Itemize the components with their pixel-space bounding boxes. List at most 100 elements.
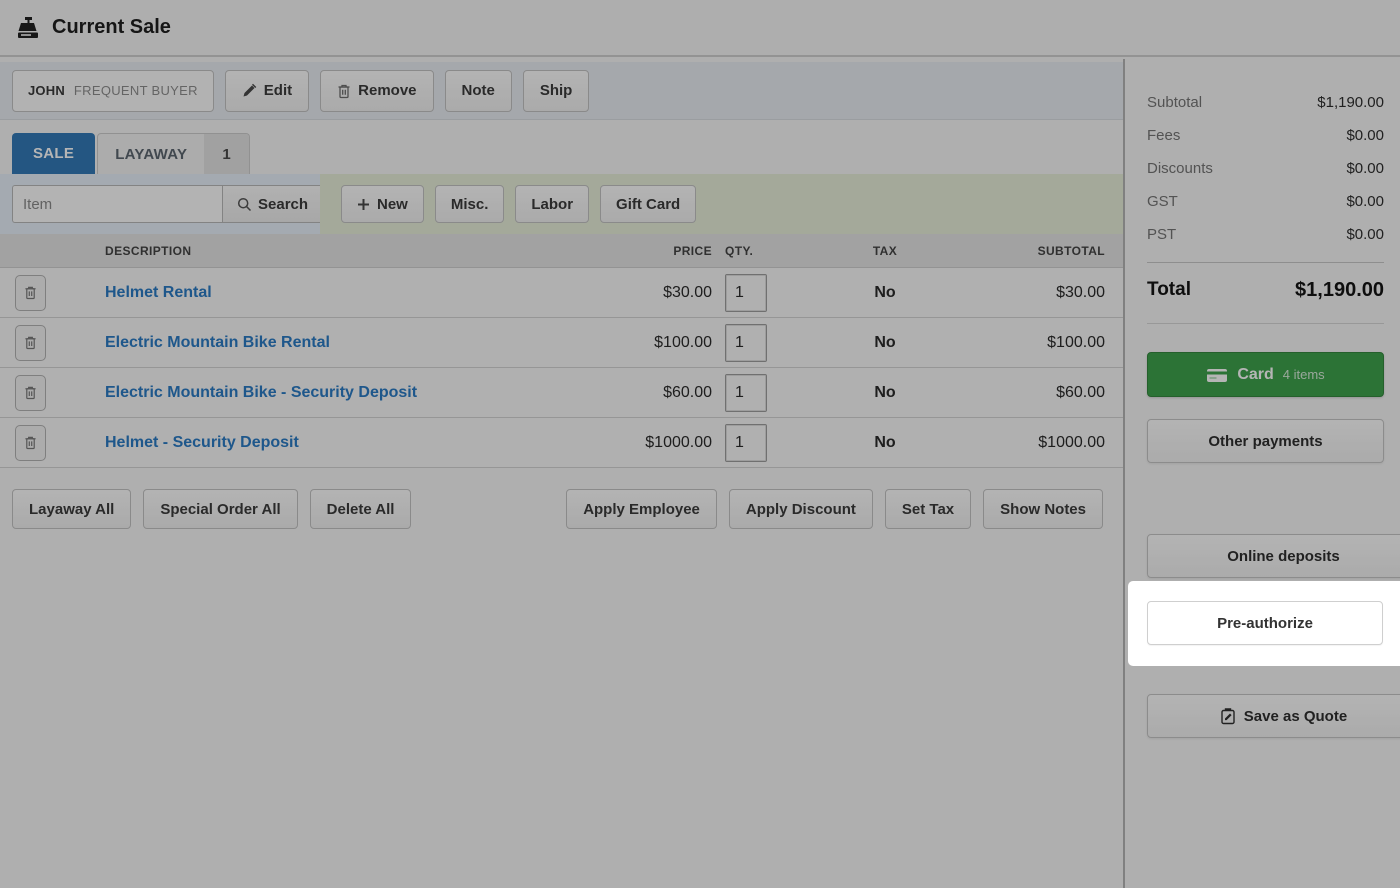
pre-authorize-label: Pre-authorize: [1217, 615, 1313, 632]
card-button-label: Card: [1237, 366, 1273, 384]
item-price: $30.00: [580, 284, 712, 302]
card-items-count: 4 items: [1283, 367, 1325, 382]
table-row: Electric Mountain Bike - Security Deposi…: [0, 368, 1123, 418]
delete-all-label: Delete All: [327, 501, 395, 518]
search-button-label: Search: [258, 196, 308, 213]
item-subtotal: $30.00: [970, 284, 1123, 302]
edit-customer-label: Edit: [264, 82, 292, 99]
cash-register-icon: [15, 16, 41, 40]
item-search-input[interactable]: [12, 185, 222, 223]
trash-icon: [337, 83, 351, 99]
ship-button[interactable]: Ship: [523, 70, 590, 112]
plus-icon: [357, 198, 370, 211]
online-deposits-label: Online deposits: [1227, 548, 1340, 565]
search-button[interactable]: Search: [222, 185, 323, 223]
customer-chip[interactable]: JOHN FREQUENT BUYER: [12, 70, 214, 112]
edit-customer-button[interactable]: Edit: [225, 70, 309, 112]
total-row: Total $1,190.00: [1147, 271, 1384, 309]
delete-line-button[interactable]: [15, 275, 46, 311]
delete-line-button[interactable]: [15, 325, 46, 361]
apply-discount-button[interactable]: Apply Discount: [729, 489, 873, 529]
item-subtotal: $100.00: [970, 334, 1123, 352]
item-tax: No: [800, 334, 970, 352]
misc-button[interactable]: Misc.: [435, 185, 505, 223]
show-notes-label: Show Notes: [1000, 501, 1086, 518]
quick-add-panel: New Misc. Labor Gift Card: [320, 174, 1123, 234]
tab-sale-label: SALE: [33, 145, 74, 162]
layaway-count-badge: 1: [204, 134, 248, 174]
item-link[interactable]: Electric Mountain Bike Rental: [60, 334, 580, 352]
col-qty: QTY.: [712, 244, 800, 258]
item-link[interactable]: Helmet Rental: [60, 284, 580, 302]
item-link[interactable]: Helmet - Security Deposit: [60, 434, 580, 452]
total-value: $1,190.00: [1295, 279, 1384, 302]
new-item-button[interactable]: New: [341, 185, 424, 223]
apply-employee-button[interactable]: Apply Employee: [566, 489, 717, 529]
pre-authorize-button[interactable]: Pre-authorize: [1147, 601, 1383, 645]
sale-items-list: Helmet Rental $30.00 No $30.00 Electric …: [0, 268, 1123, 468]
trash-icon: [24, 335, 37, 350]
quote-clipboard-icon: [1220, 708, 1236, 725]
quantity-input[interactable]: [725, 274, 767, 312]
pst-row: PST $0.00: [1147, 218, 1384, 251]
special-order-all-button[interactable]: Special Order All: [143, 489, 297, 529]
delete-line-button[interactable]: [15, 375, 46, 411]
online-deposits-button[interactable]: Online deposits: [1147, 534, 1400, 578]
credit-card-icon: [1206, 367, 1228, 383]
tab-sale[interactable]: SALE: [12, 133, 95, 174]
delete-line-button[interactable]: [15, 425, 46, 461]
misc-label: Misc.: [451, 196, 489, 213]
gift-card-label: Gift Card: [616, 196, 680, 213]
set-tax-label: Set Tax: [902, 501, 954, 518]
delete-all-button[interactable]: Delete All: [310, 489, 412, 529]
quantity-input[interactable]: [725, 374, 767, 412]
tab-layaway-label: LAYAWAY: [98, 134, 204, 174]
set-tax-button[interactable]: Set Tax: [885, 489, 971, 529]
trash-icon: [24, 285, 37, 300]
remove-customer-button[interactable]: Remove: [320, 70, 433, 112]
remove-customer-label: Remove: [358, 82, 416, 99]
payment-buttons: Card 4 items Other payments: [1127, 352, 1400, 463]
subtotal-label: Subtotal: [1147, 94, 1202, 111]
discounts-row: Discounts $0.00: [1147, 152, 1384, 185]
pencil-icon: [242, 83, 257, 98]
tab-layaway[interactable]: LAYAWAY 1: [97, 133, 250, 174]
show-notes-button[interactable]: Show Notes: [983, 489, 1103, 529]
quantity-input[interactable]: [725, 324, 767, 362]
sale-main: JOHN FREQUENT BUYER Edit Remove Note: [0, 59, 1125, 888]
save-as-quote-label: Save as Quote: [1244, 708, 1347, 725]
sale-table-header: DESCRIPTION PRICE QTY. TAX SUBTOTAL: [0, 234, 1123, 268]
customer-bar: JOHN FREQUENT BUYER Edit Remove Note: [0, 62, 1123, 120]
item-tax: No: [800, 434, 970, 452]
discounts-value: $0.00: [1346, 160, 1384, 177]
tutorial-spotlight: Pre-authorize: [1128, 581, 1400, 666]
customer-type-badge: FREQUENT BUYER: [74, 83, 198, 98]
gst-row: GST $0.00: [1147, 185, 1384, 218]
item-subtotal: $1000.00: [970, 434, 1123, 452]
customer-name: JOHN: [28, 83, 65, 98]
col-tax: TAX: [800, 244, 970, 258]
col-price: PRICE: [580, 244, 712, 258]
quantity-input[interactable]: [725, 424, 767, 462]
layaway-all-button[interactable]: Layaway All: [12, 489, 131, 529]
item-price: $60.00: [580, 384, 712, 402]
table-row: Electric Mountain Bike Rental $100.00 No…: [0, 318, 1123, 368]
other-payments-label: Other payments: [1208, 433, 1322, 450]
apply-discount-label: Apply Discount: [746, 501, 856, 518]
note-button[interactable]: Note: [445, 70, 512, 112]
gift-card-button[interactable]: Gift Card: [600, 185, 696, 223]
pst-value: $0.00: [1346, 226, 1384, 243]
apply-employee-label: Apply Employee: [583, 501, 700, 518]
discounts-label: Discounts: [1147, 160, 1213, 177]
top-header: Current Sale: [0, 0, 1400, 57]
ship-label: Ship: [540, 82, 573, 99]
col-description: DESCRIPTION: [60, 244, 580, 258]
item-price: $100.00: [580, 334, 712, 352]
item-link[interactable]: Electric Mountain Bike - Security Deposi…: [60, 384, 580, 402]
labor-button[interactable]: Labor: [515, 185, 589, 223]
card-payment-button[interactable]: Card 4 items: [1147, 352, 1384, 397]
item-entry-panel: Search New Misc. Labor Gift: [0, 174, 1123, 234]
save-as-quote-button[interactable]: Save as Quote: [1147, 694, 1400, 738]
other-payments-button[interactable]: Other payments: [1147, 419, 1384, 463]
layaway-all-label: Layaway All: [29, 501, 114, 518]
